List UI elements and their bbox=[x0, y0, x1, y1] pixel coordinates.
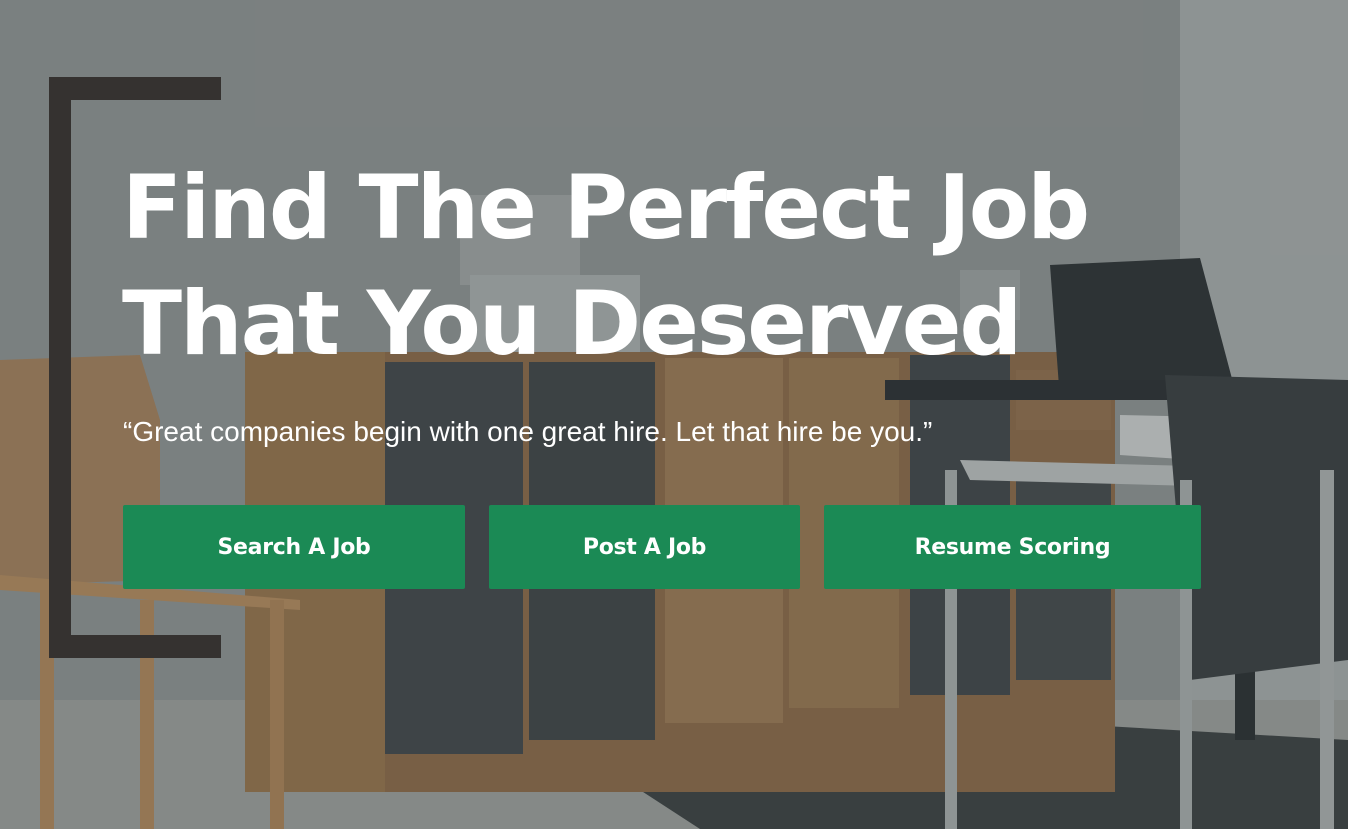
post-job-button-label: Post A Job bbox=[582, 534, 707, 560]
hero-headline: Find The Perfect Job That You Deserved bbox=[122, 150, 1090, 382]
search-job-button-label: Search A Job bbox=[217, 534, 371, 560]
search-job-button[interactable]: Search A Job bbox=[123, 505, 465, 589]
resume-scoring-button-label: Resume Scoring bbox=[914, 534, 1111, 560]
post-job-button[interactable]: Post A Job bbox=[489, 505, 800, 589]
resume-scoring-button[interactable]: Resume Scoring bbox=[824, 505, 1201, 589]
bracket-bottom-bar bbox=[49, 635, 221, 658]
hero-tagline: “Great companies begin with one great hi… bbox=[123, 416, 933, 447]
hero-section: Find The Perfect Job That You Deserved “… bbox=[0, 0, 1348, 829]
headline-line-1: Find The Perfect Job bbox=[122, 156, 1090, 259]
headline-line-2: That You Deserved bbox=[122, 272, 1022, 375]
bracket-top-bar bbox=[49, 77, 221, 100]
bracket-vertical-bar bbox=[49, 77, 71, 658]
